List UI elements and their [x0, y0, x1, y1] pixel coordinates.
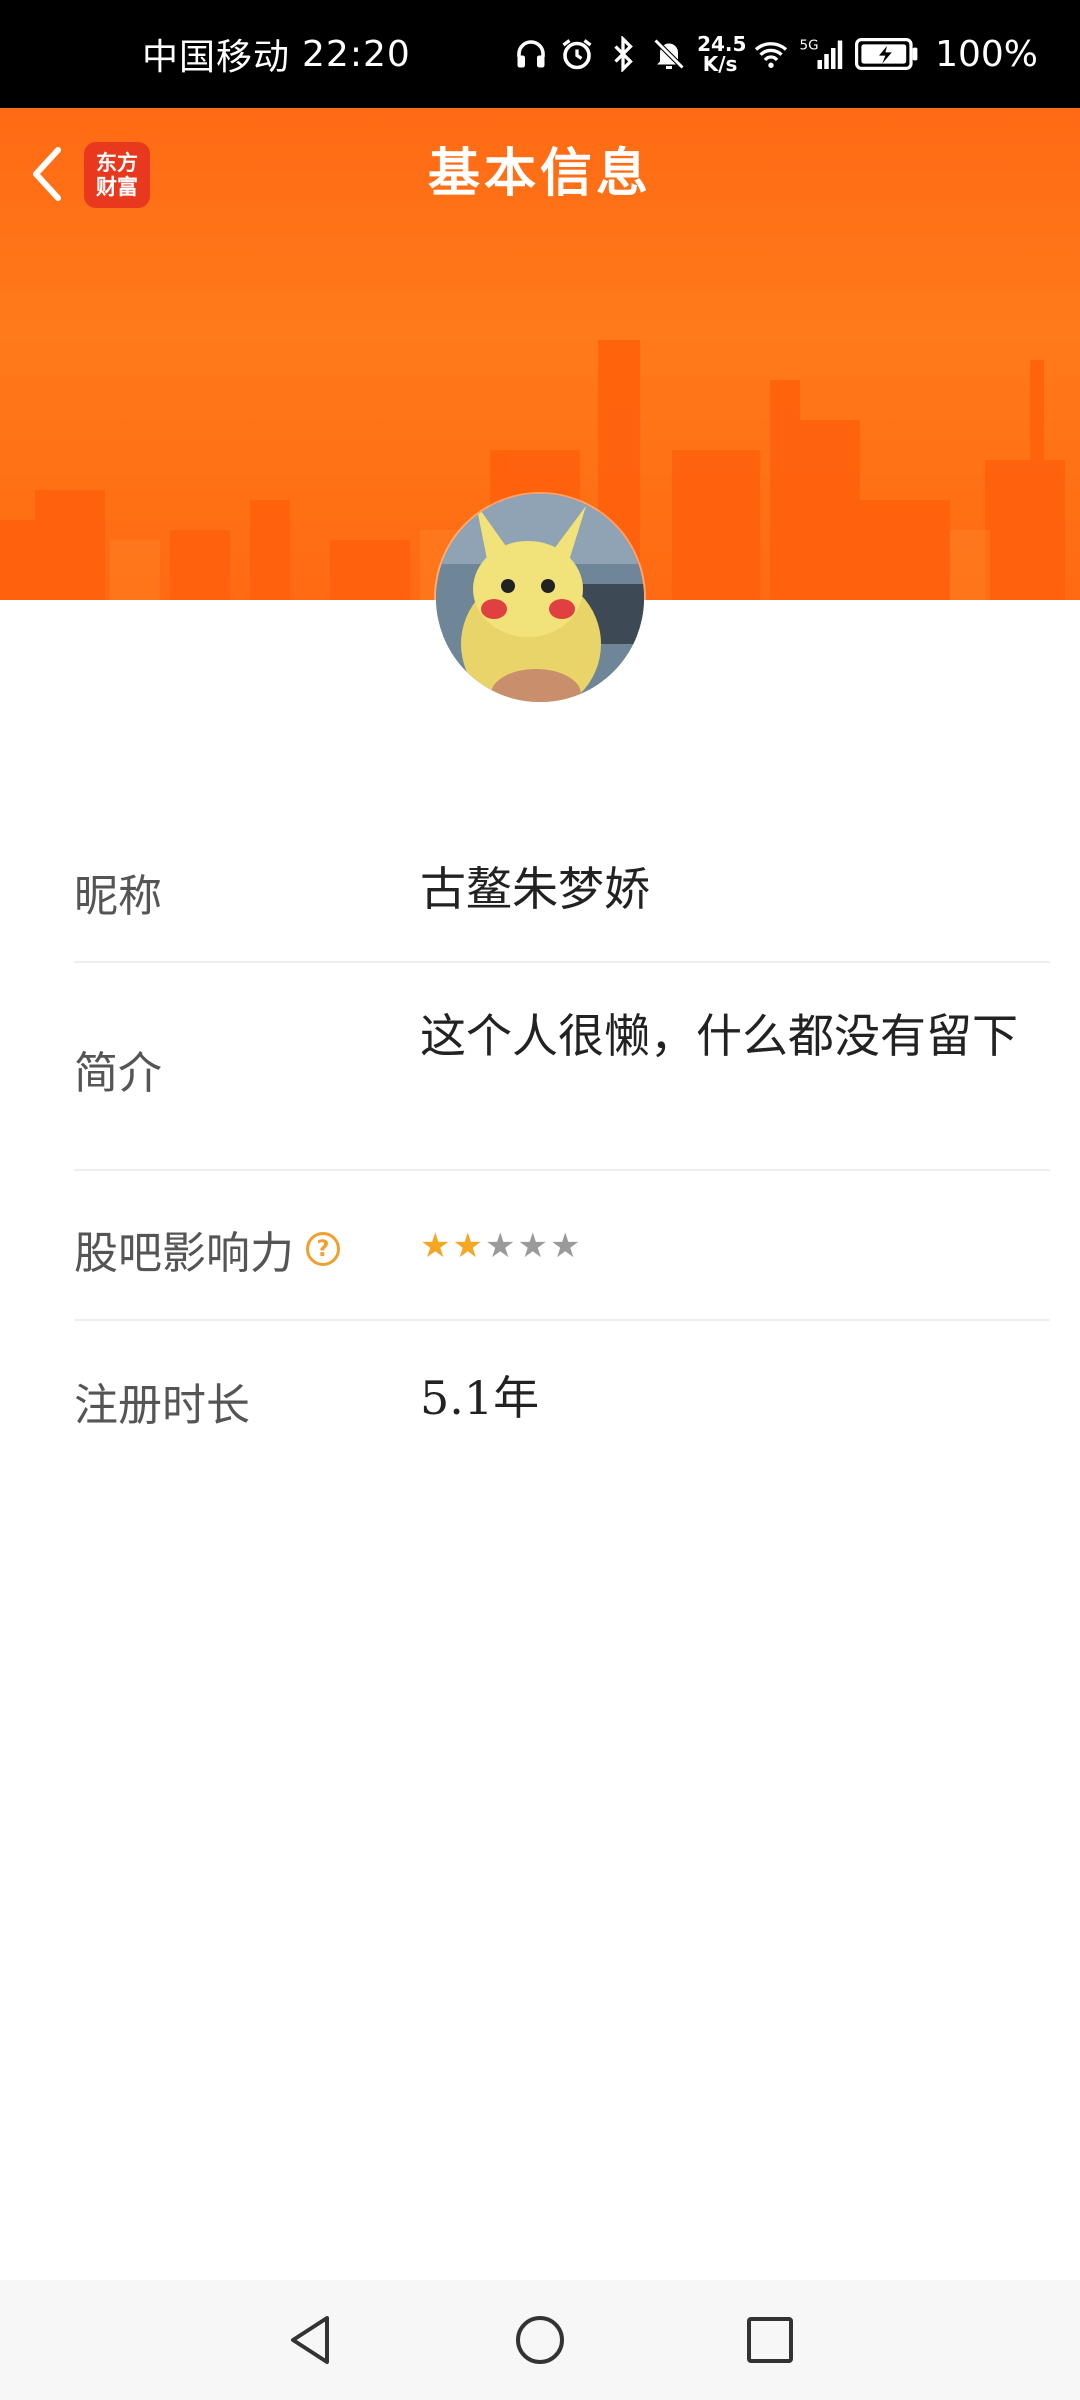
net-speed-value: 24.5	[697, 32, 747, 56]
avatar-pikachu-image	[436, 494, 644, 702]
mute-icon	[653, 38, 685, 70]
svg-text:5G: 5G	[800, 38, 819, 54]
circle-home-icon	[516, 2316, 564, 2364]
intro-value: 这个人很懒，什么都没有留下	[420, 1009, 1018, 1063]
system-navigation-bar	[0, 2280, 1080, 2400]
nav-recents-button[interactable]	[740, 2310, 800, 2370]
influence-label-text: 股吧影响力	[74, 1228, 294, 1279]
star-filled-icon: ★	[452, 1226, 483, 1266]
star-empty-icon: ★	[549, 1226, 581, 1266]
registration-value: 5.1年	[420, 1371, 540, 1425]
page-title: 基本信息	[427, 143, 652, 204]
nav-home-button[interactable]	[510, 2310, 570, 2370]
nickname-row: 昵称 古鳌朱梦娇	[74, 805, 1050, 963]
status-right: 24.5 K/s 5G 100%	[513, 0, 1038, 108]
net-speed: 24.5 K/s	[697, 32, 747, 76]
nav-back-button[interactable]	[280, 2310, 340, 2370]
status-bar: 中国移动 22:20 24.5 K/s 5G 100%	[0, 0, 1080, 108]
nickname-value: 古鳌朱梦娇	[420, 862, 650, 916]
registration-row: 注册时长 5.1年	[74, 1321, 1050, 1471]
profile-info-list: 昵称 古鳌朱梦娇 简介 这个人很懒，什么都没有留下 股吧影响力 ? ★ ★ ★ …	[74, 805, 1050, 1471]
influence-row: 股吧影响力 ? ★ ★ ★ ★ ★	[74, 1171, 1050, 1321]
influence-label: 股吧影响力 ?	[74, 1217, 420, 1281]
intro-label: 简介	[74, 1048, 162, 1099]
carrier-name: 中国移动	[142, 37, 291, 78]
status-time: 22:20	[302, 33, 411, 75]
status-left: 中国移动 22:20	[142, 0, 411, 108]
net-speed-unit: K/s	[702, 52, 738, 76]
intro-row: 简介 这个人很懒，什么都没有留下	[74, 963, 1050, 1171]
alarm-icon	[562, 39, 592, 70]
5g-signal-icon: 5G	[800, 38, 843, 69]
star-filled-icon: ★	[420, 1226, 451, 1266]
wifi-icon	[754, 42, 788, 68]
battery-percent: 100%	[935, 33, 1038, 75]
nickname-label: 昵称	[74, 871, 162, 922]
registration-label: 注册时长	[74, 1380, 250, 1431]
profile-basic-info-page: 中国移动 22:20 24.5 K/s 5G 100% 东方 财富 基本信息 昵…	[0, 0, 1080, 2400]
battery-icon	[855, 38, 918, 70]
star-empty-icon: ★	[517, 1226, 548, 1266]
square-recents-icon	[747, 2317, 793, 2363]
triangle-back-icon	[291, 2316, 329, 2364]
help-question-icon[interactable]: ?	[306, 1232, 340, 1266]
bluetooth-icon	[614, 36, 633, 72]
star-empty-icon: ★	[484, 1226, 516, 1266]
headphones-icon	[517, 40, 545, 68]
avatar[interactable]	[436, 494, 644, 702]
influence-stars: ★ ★ ★ ★ ★	[420, 1217, 1020, 1275]
